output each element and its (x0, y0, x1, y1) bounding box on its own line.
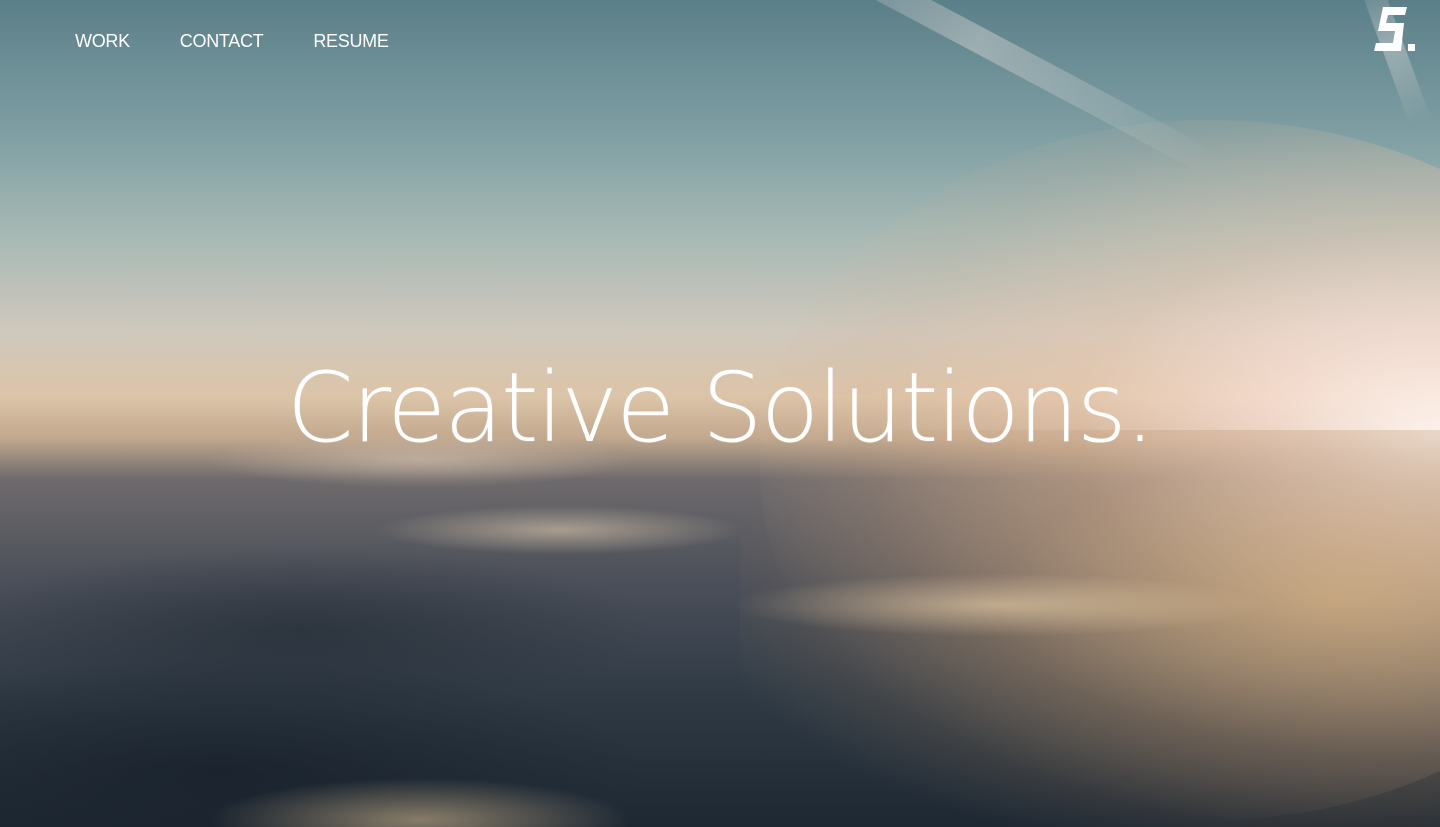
cloud-layer (0, 430, 1440, 827)
nav-link-resume[interactable]: RESUME (313, 31, 389, 52)
nav-link-contact[interactable]: CONTACT (180, 31, 264, 52)
main-nav: WORK CONTACT RESUME (75, 31, 389, 52)
hero-headline: Creative Solutions. (286, 352, 1156, 464)
s-monogram-logo-icon[interactable] (1374, 7, 1416, 52)
nav-link-work[interactable]: WORK (75, 31, 130, 52)
